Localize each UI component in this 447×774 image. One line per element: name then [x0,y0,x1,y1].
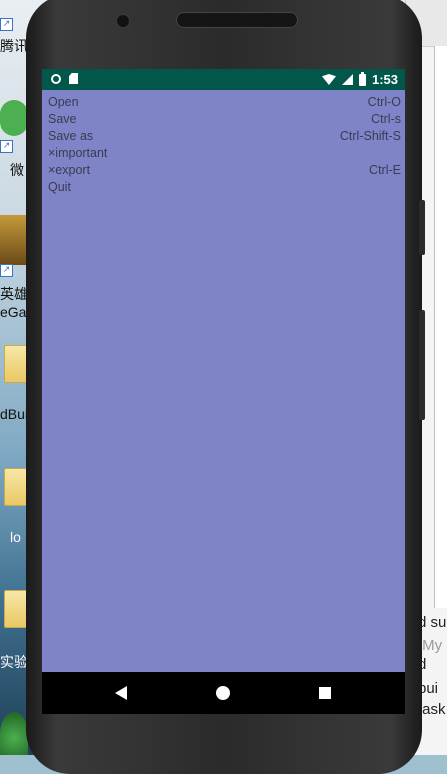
menu-item-label: ×important [48,146,108,160]
shortcut-arrow-icon: ↗ [0,18,13,31]
status-time: 1:53 [371,72,398,87]
phone-screen: 1:53 Open Ctrl-O Save Ctrl-s Save as Ctr… [42,69,405,714]
menu-item-shortcut: Ctrl-Shift-S [339,129,401,143]
menu-item-important[interactable]: ×important [48,146,401,163]
console-line: d su [418,614,447,631]
shortcut-arrow-icon: ↗ [0,140,13,153]
app-icon[interactable] [0,712,28,755]
desktop-icon-label[interactable]: 实验 [0,652,28,672]
home-icon[interactable] [216,686,230,700]
menu-item-label: ×export [48,163,91,177]
desktop-icon-label[interactable]: 腾讯 [0,36,28,56]
menu-item-save[interactable]: Save Ctrl-s [48,112,401,129]
menu-item-label: Quit [48,180,71,194]
sd-card-icon [69,73,78,84]
desktop-icon-label[interactable]: dBui [0,406,28,422]
battery-charging-icon [358,71,366,86]
power-button[interactable] [419,310,425,420]
shortcut-arrow-icon: ↗ [0,264,13,277]
desktop-icon-label[interactable]: eGa [0,304,26,320]
game-icon[interactable] [0,215,28,265]
menu-list: Open Ctrl-O Save Ctrl-s Save as Ctrl-Shi… [48,95,401,197]
menu-item-shortcut: Ctrl-E [369,163,401,177]
window-content [434,46,447,608]
wechat-icon[interactable] [0,100,28,136]
signal-icon [341,74,353,85]
circle-icon [51,73,61,84]
menu-item-export[interactable]: ×export Ctrl-E [48,163,401,180]
menu-item-save-as[interactable]: Save as Ctrl-Shift-S [48,129,401,146]
speaker-grille [176,12,298,28]
navigation-bar [42,672,405,714]
menu-item-label: Save as [48,129,94,143]
desktop-icon-label[interactable]: 微 [10,160,24,180]
menu-item-shortcut: Ctrl-O [367,95,401,109]
menu-item-label: Open [48,95,79,109]
menu-item-shortcut: Ctrl-s [371,112,401,126]
back-icon[interactable] [115,686,127,700]
volume-button[interactable] [419,200,425,255]
wifi-icon [321,74,336,85]
recents-icon[interactable] [319,687,331,699]
desktop-icon-label[interactable]: 英雄 [0,284,28,304]
status-bar: 1:53 [42,69,405,90]
front-camera-icon [116,14,130,28]
menu-item-label: Save [48,112,77,126]
console-line: task [418,701,446,718]
menu-item-open[interactable]: Open Ctrl-O [48,95,401,112]
menu-item-quit[interactable]: Quit [48,180,401,197]
desktop-icon-label[interactable]: lo [10,529,21,545]
